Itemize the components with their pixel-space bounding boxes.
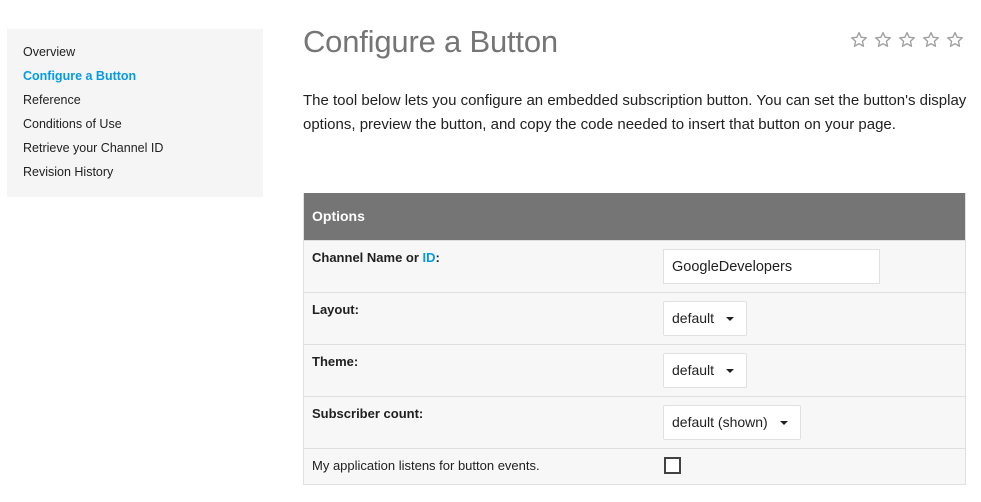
subscriber-count-label: Subscriber count: bbox=[312, 406, 424, 421]
sidebar-item-configure-a-button[interactable]: Configure a Button bbox=[7, 67, 263, 91]
events-checkbox[interactable] bbox=[664, 457, 681, 474]
star-icon[interactable] bbox=[849, 30, 869, 50]
events-row: My application listens for button events… bbox=[304, 448, 965, 484]
theme-row: Theme: default bbox=[304, 344, 965, 396]
layout-row: Layout: default bbox=[304, 292, 965, 344]
star-icon[interactable] bbox=[873, 30, 893, 50]
caret-down-icon bbox=[726, 316, 735, 321]
sidebar-nav: Overview Configure a Button Reference Co… bbox=[7, 29, 263, 197]
channel-label-suffix: : bbox=[435, 250, 440, 265]
intro-text: The tool below lets you configure an emb… bbox=[303, 92, 967, 133]
subscriber-count-select[interactable]: default (shown) bbox=[663, 405, 801, 440]
sidebar-item-overview[interactable]: Overview bbox=[7, 43, 263, 67]
options-header: Options bbox=[304, 193, 965, 240]
channel-label-text: Channel Name or bbox=[312, 250, 423, 265]
star-icon[interactable] bbox=[921, 30, 941, 50]
star-icon[interactable] bbox=[897, 30, 917, 50]
layout-select[interactable]: default bbox=[663, 301, 748, 336]
layout-select-value: default bbox=[672, 310, 715, 326]
caret-down-icon bbox=[779, 420, 788, 425]
options-table: Options Channel Name or ID: Layout: defa… bbox=[303, 193, 966, 485]
theme-select-value: default bbox=[672, 362, 715, 378]
subscriber-count-row: Subscriber count: default (shown) bbox=[304, 396, 965, 448]
star-rating bbox=[849, 30, 965, 50]
subscriber-count-select-value: default (shown) bbox=[672, 414, 768, 430]
layout-label: Layout: bbox=[312, 302, 359, 317]
star-icon[interactable] bbox=[945, 30, 965, 50]
theme-label: Theme: bbox=[312, 354, 359, 369]
page-title: Configure a Button bbox=[303, 24, 558, 59]
theme-select[interactable]: default bbox=[663, 353, 748, 388]
channel-input[interactable] bbox=[663, 249, 880, 284]
caret-down-icon bbox=[726, 368, 735, 373]
channel-row: Channel Name or ID: bbox=[304, 240, 965, 292]
events-label: My application listens for button events… bbox=[312, 458, 540, 473]
channel-label: Channel Name or ID: bbox=[312, 250, 440, 265]
id-link[interactable]: ID bbox=[423, 250, 436, 265]
sidebar-item-conditions-of-use[interactable]: Conditions of Use bbox=[7, 115, 263, 139]
sidebar-item-revision-history[interactable]: Revision History bbox=[7, 163, 263, 187]
sidebar-item-reference[interactable]: Reference bbox=[7, 91, 263, 115]
sidebar-item-retrieve-channel-id[interactable]: Retrieve your Channel ID bbox=[7, 139, 263, 163]
